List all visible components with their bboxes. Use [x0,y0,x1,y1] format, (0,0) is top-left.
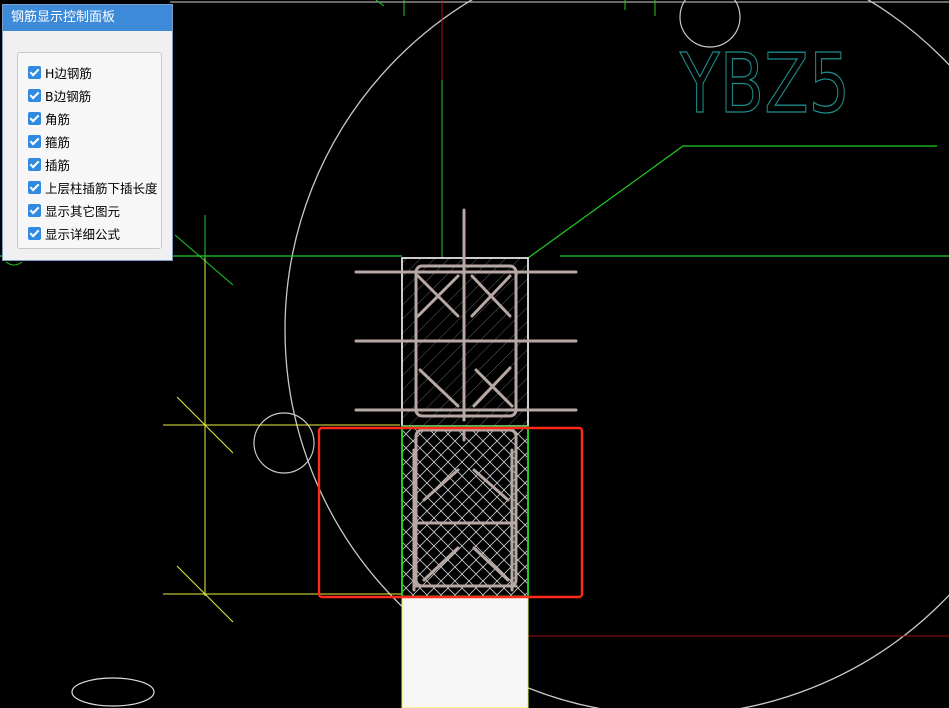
checkbox-checked-icon[interactable] [28,226,41,240]
checkbox-checked-icon[interactable] [28,65,41,79]
rebar-display-control-panel[interactable]: 钢筋显示控制面板 H边钢筋 B边钢筋 角筋 箍筋 插筋 上层柱插筋下插长度 显示… [2,4,173,261]
option-label: 显示详细公式 [45,226,121,242]
checkbox-checked-icon[interactable] [28,180,41,194]
lower-column[interactable] [401,425,529,597]
option-dowel-bar[interactable]: 插筋 [28,155,70,173]
option-label: H边钢筋 [45,65,92,81]
arc-fragment [5,261,23,266]
small-ellipse [71,677,155,707]
option-label: 显示其它图元 [45,203,121,219]
option-label: 上层柱插筋下插长度 [45,180,158,196]
tick-mark [375,0,385,7]
option-show-detailed-formula[interactable]: 显示详细公式 [28,224,120,242]
checkbox-checked-icon[interactable] [28,134,41,148]
checkbox-checked-icon[interactable] [28,111,41,125]
option-label: 角筋 [45,111,71,127]
component-label: YBZ5 [679,37,850,132]
small-circle-left [253,412,315,474]
options-group: H边钢筋 B边钢筋 角筋 箍筋 插筋 上层柱插筋下插长度 显示其它图元 显示详细… [17,52,162,249]
option-corner-rebar[interactable]: 角筋 [28,109,70,127]
option-label: B边钢筋 [45,88,92,104]
option-stirrup[interactable]: 箍筋 [28,132,70,150]
option-label: 插筋 [45,157,71,173]
option-show-other-elements[interactable]: 显示其它图元 [28,201,120,219]
option-b-side-rebar[interactable]: B边钢筋 [28,86,91,104]
option-label: 箍筋 [45,134,71,150]
option-upper-dowel-length[interactable]: 上层柱插筋下插长度 [28,178,158,196]
checkbox-checked-icon[interactable] [28,203,41,217]
option-h-side-rebar[interactable]: H边钢筋 [28,63,92,81]
panel-title: 钢筋显示控制面板 [3,5,172,31]
wall-below [401,596,529,708]
checkbox-checked-icon[interactable] [28,157,41,171]
leader-line [527,145,937,259]
checkbox-checked-icon[interactable] [28,88,41,102]
grid-dim-line [174,234,234,286]
